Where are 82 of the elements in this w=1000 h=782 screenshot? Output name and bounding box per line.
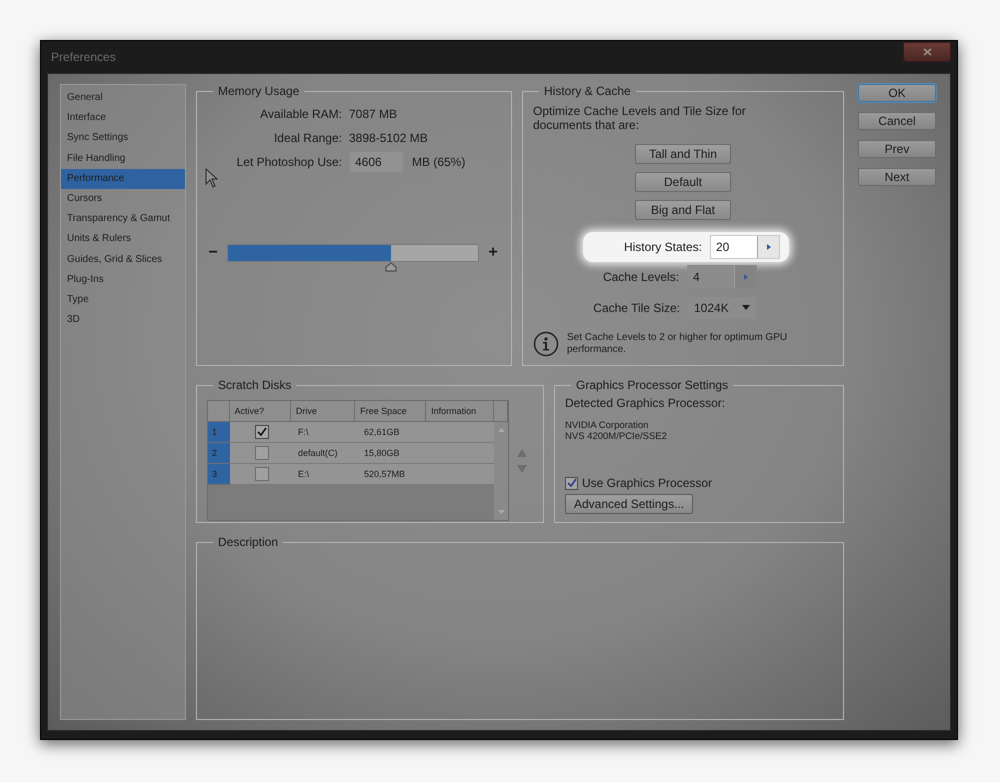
window-title: Preferences — [50, 50, 116, 64]
detected-label: Detected Graphics Processor: — [565, 396, 726, 410]
increase-label[interactable]: + — [487, 244, 499, 262]
memory-input-field[interactable]: 4606 — [349, 151, 404, 173]
sidebar-item[interactable]: Plug-Ins — [61, 270, 185, 290]
checkbox[interactable] — [565, 476, 578, 490]
sidebar-item[interactable]: Transparency & Gamut — [61, 209, 185, 230]
move-down-icon[interactable] — [517, 464, 527, 472]
info-value: 7087 MB — [349, 107, 398, 121]
processor-name: NVIDIA Corporation — [565, 420, 650, 431]
column-header[interactable]: Free Space — [355, 401, 426, 422]
sidebar-item[interactable]: Sync Settings — [61, 128, 185, 149]
checkbox-label[interactable]: Use Graphics Processor — [582, 476, 712, 490]
table-cell — [432, 443, 494, 464]
dialog-button[interactable]: Cancel — [858, 112, 936, 130]
note-text: Set Cache Levels to 2 or higher for optimum GPU performance. — [567, 332, 788, 356]
stepper-field[interactable]: 20 — [710, 235, 780, 260]
info-value: 3898-5102 MB — [349, 131, 428, 145]
dialog-button[interactable]: Prev — [858, 140, 936, 158]
column-header[interactable]: Active? — [230, 401, 291, 422]
column-header[interactable]: Information — [426, 401, 494, 422]
unit-label: MB (65%) — [412, 155, 466, 169]
checkbox[interactable] — [254, 467, 268, 481]
checkbox[interactable] — [254, 425, 268, 439]
group-title: History & Cache — [543, 84, 632, 98]
processor-name: NVS 4200M/PCIe/SSE2 — [565, 431, 668, 442]
sidebar-item[interactable]: Type — [61, 290, 185, 310]
sidebar-item[interactable]: Performance — [61, 168, 185, 189]
stepper-field[interactable]: 4 — [687, 265, 757, 290]
scroll-down-icon — [498, 510, 504, 514]
row-number: 3 — [208, 464, 230, 485]
field-label: Cache Levels: — [602, 270, 679, 284]
row-number: 1 — [208, 422, 230, 443]
field-label: History States: — [622, 240, 702, 254]
advanced-settings-button[interactable]: Advanced Settings... — [565, 494, 694, 514]
arrow-right-icon — [766, 244, 770, 250]
group-title: Graphics Processor Settings — [575, 378, 730, 392]
group-title: Scratch Disks — [217, 378, 292, 392]
info-label: Ideal Range: — [272, 131, 342, 145]
field-label: Let Photoshop Use: — [236, 155, 342, 169]
description-text: Optimize Cache Levels and Tile Size for documents that are: — [533, 104, 747, 132]
table-cell: default(C) — [293, 443, 359, 464]
decrease-label[interactable]: − — [207, 244, 219, 262]
scroll-up-icon — [498, 428, 504, 432]
dropdown[interactable]: 1024K — [688, 296, 756, 319]
preset-button[interactable]: Tall and Thin — [635, 144, 731, 164]
stepper-arrow-button[interactable] — [757, 236, 779, 258]
field-label: Cache Tile Size: — [592, 300, 680, 315]
sidebar-item[interactable]: Units & Rulers — [61, 229, 185, 250]
sidebar-item[interactable]: General — [61, 88, 185, 108]
table-cell: 520,57MB — [359, 464, 432, 485]
close-icon — [922, 48, 932, 56]
row-number: 2 — [208, 443, 230, 464]
sidebar-item[interactable]: Interface — [61, 108, 185, 128]
info-icon — [533, 330, 559, 357]
move-up-icon[interactable] — [517, 448, 527, 456]
table-cell: F:\ — [293, 422, 359, 443]
check-icon — [566, 478, 576, 488]
table-cell — [432, 464, 494, 485]
sidebar-item[interactable]: File Handling — [61, 148, 185, 169]
check-icon — [256, 427, 266, 437]
dialog-button[interactable]: Next — [858, 168, 936, 186]
checkbox[interactable] — [254, 446, 268, 460]
close-button[interactable] — [903, 42, 951, 62]
table-cell: E:\ — [293, 464, 359, 485]
caret-icon — [742, 305, 750, 310]
table-cell: 62,61GB — [359, 422, 432, 443]
mouse-pointer-icon — [205, 168, 219, 188]
column-header[interactable]: Drive — [290, 401, 356, 422]
arrow-right-icon — [744, 274, 748, 280]
sidebar-item[interactable]: Guides, Grid & Slices — [61, 250, 185, 270]
scrollbar[interactable] — [494, 422, 508, 520]
table-cell: 15,80GB — [359, 443, 432, 464]
group-title: Description — [217, 535, 280, 549]
sidebar-item[interactable]: Cursors — [61, 188, 185, 210]
group-title: Memory Usage — [217, 84, 300, 98]
preset-button[interactable]: Big and Flat — [635, 200, 731, 220]
table-cell — [432, 422, 494, 443]
dialog-button[interactable]: OK — [858, 84, 936, 102]
preset-button[interactable]: Default — [635, 172, 731, 192]
sidebar-item[interactable]: 3D — [61, 310, 185, 330]
info-label: Available RAM: — [259, 107, 342, 121]
